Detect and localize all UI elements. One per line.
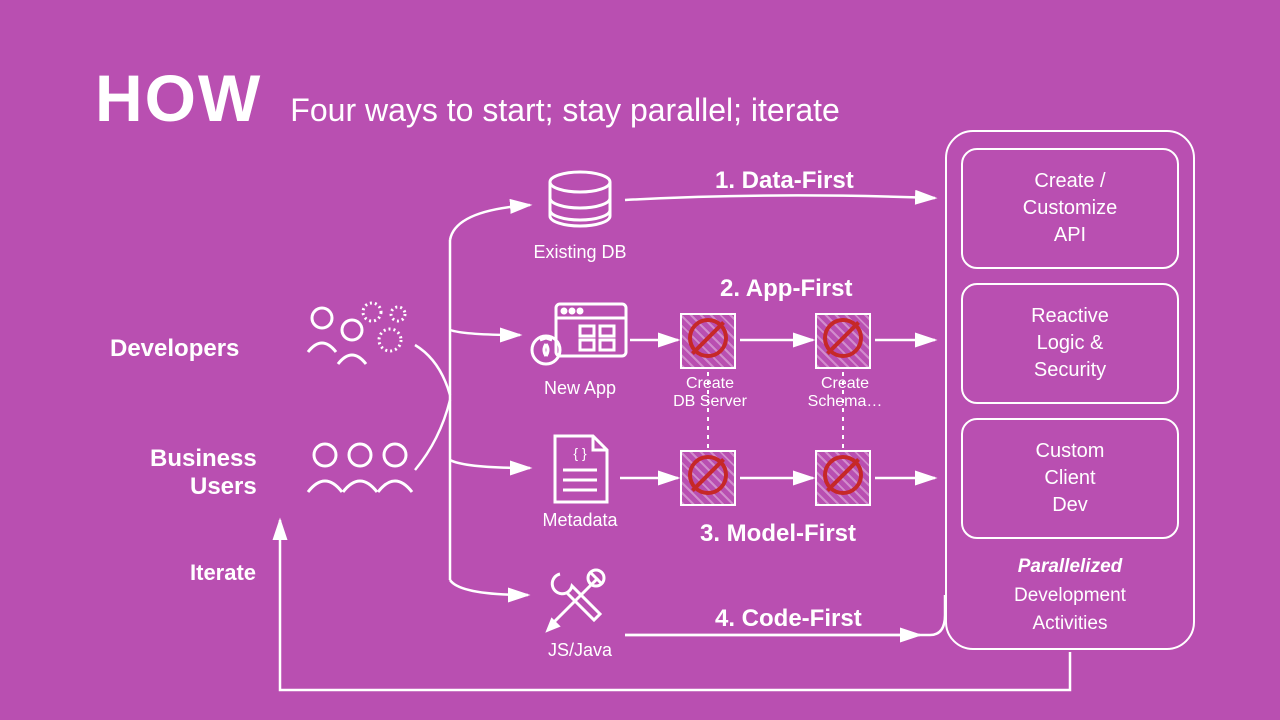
svg-text:{ }: { } [573, 445, 587, 461]
code-tools-icon [540, 560, 620, 645]
path2-label: 2. App-First [720, 275, 852, 303]
database-icon [540, 170, 620, 245]
panel-footer: Parallelized Development Activities [1014, 553, 1126, 645]
metadata-label: Metadata [510, 510, 650, 531]
iterate-label: Iterate [190, 560, 256, 586]
box-api: Create / Customize API [961, 148, 1179, 269]
title-row: HOW Four ways to start; stay parallel; i… [95, 60, 840, 136]
jsjava-label: JS/Java [510, 640, 650, 661]
business-users-icon [300, 437, 420, 512]
box-logic: Reactive Logic & Security [961, 283, 1179, 404]
new-app-label: New App [510, 378, 650, 399]
developers-icon [300, 300, 410, 395]
strike-schema-label: Create Schema… [795, 375, 895, 411]
existing-db-label: Existing DB [510, 242, 650, 263]
title-big: HOW [95, 60, 262, 136]
strike-db-server-label: Create DB Server [660, 375, 760, 411]
path3-label: 3. Model-First [700, 520, 856, 548]
title-sub: Four ways to start; stay parallel; itera… [290, 92, 840, 129]
path4-label: 4. Code-First [715, 605, 862, 633]
new-app-icon [530, 300, 630, 380]
business-users-label: Business Users [150, 445, 257, 501]
box-client: Custom Client Dev [961, 418, 1179, 539]
activities-panel: Create / Customize API Reactive Logic & … [945, 130, 1195, 650]
path1-label: 1. Data-First [715, 167, 854, 195]
developers-label: Developers [110, 335, 239, 363]
metadata-icon: { } [545, 430, 615, 515]
